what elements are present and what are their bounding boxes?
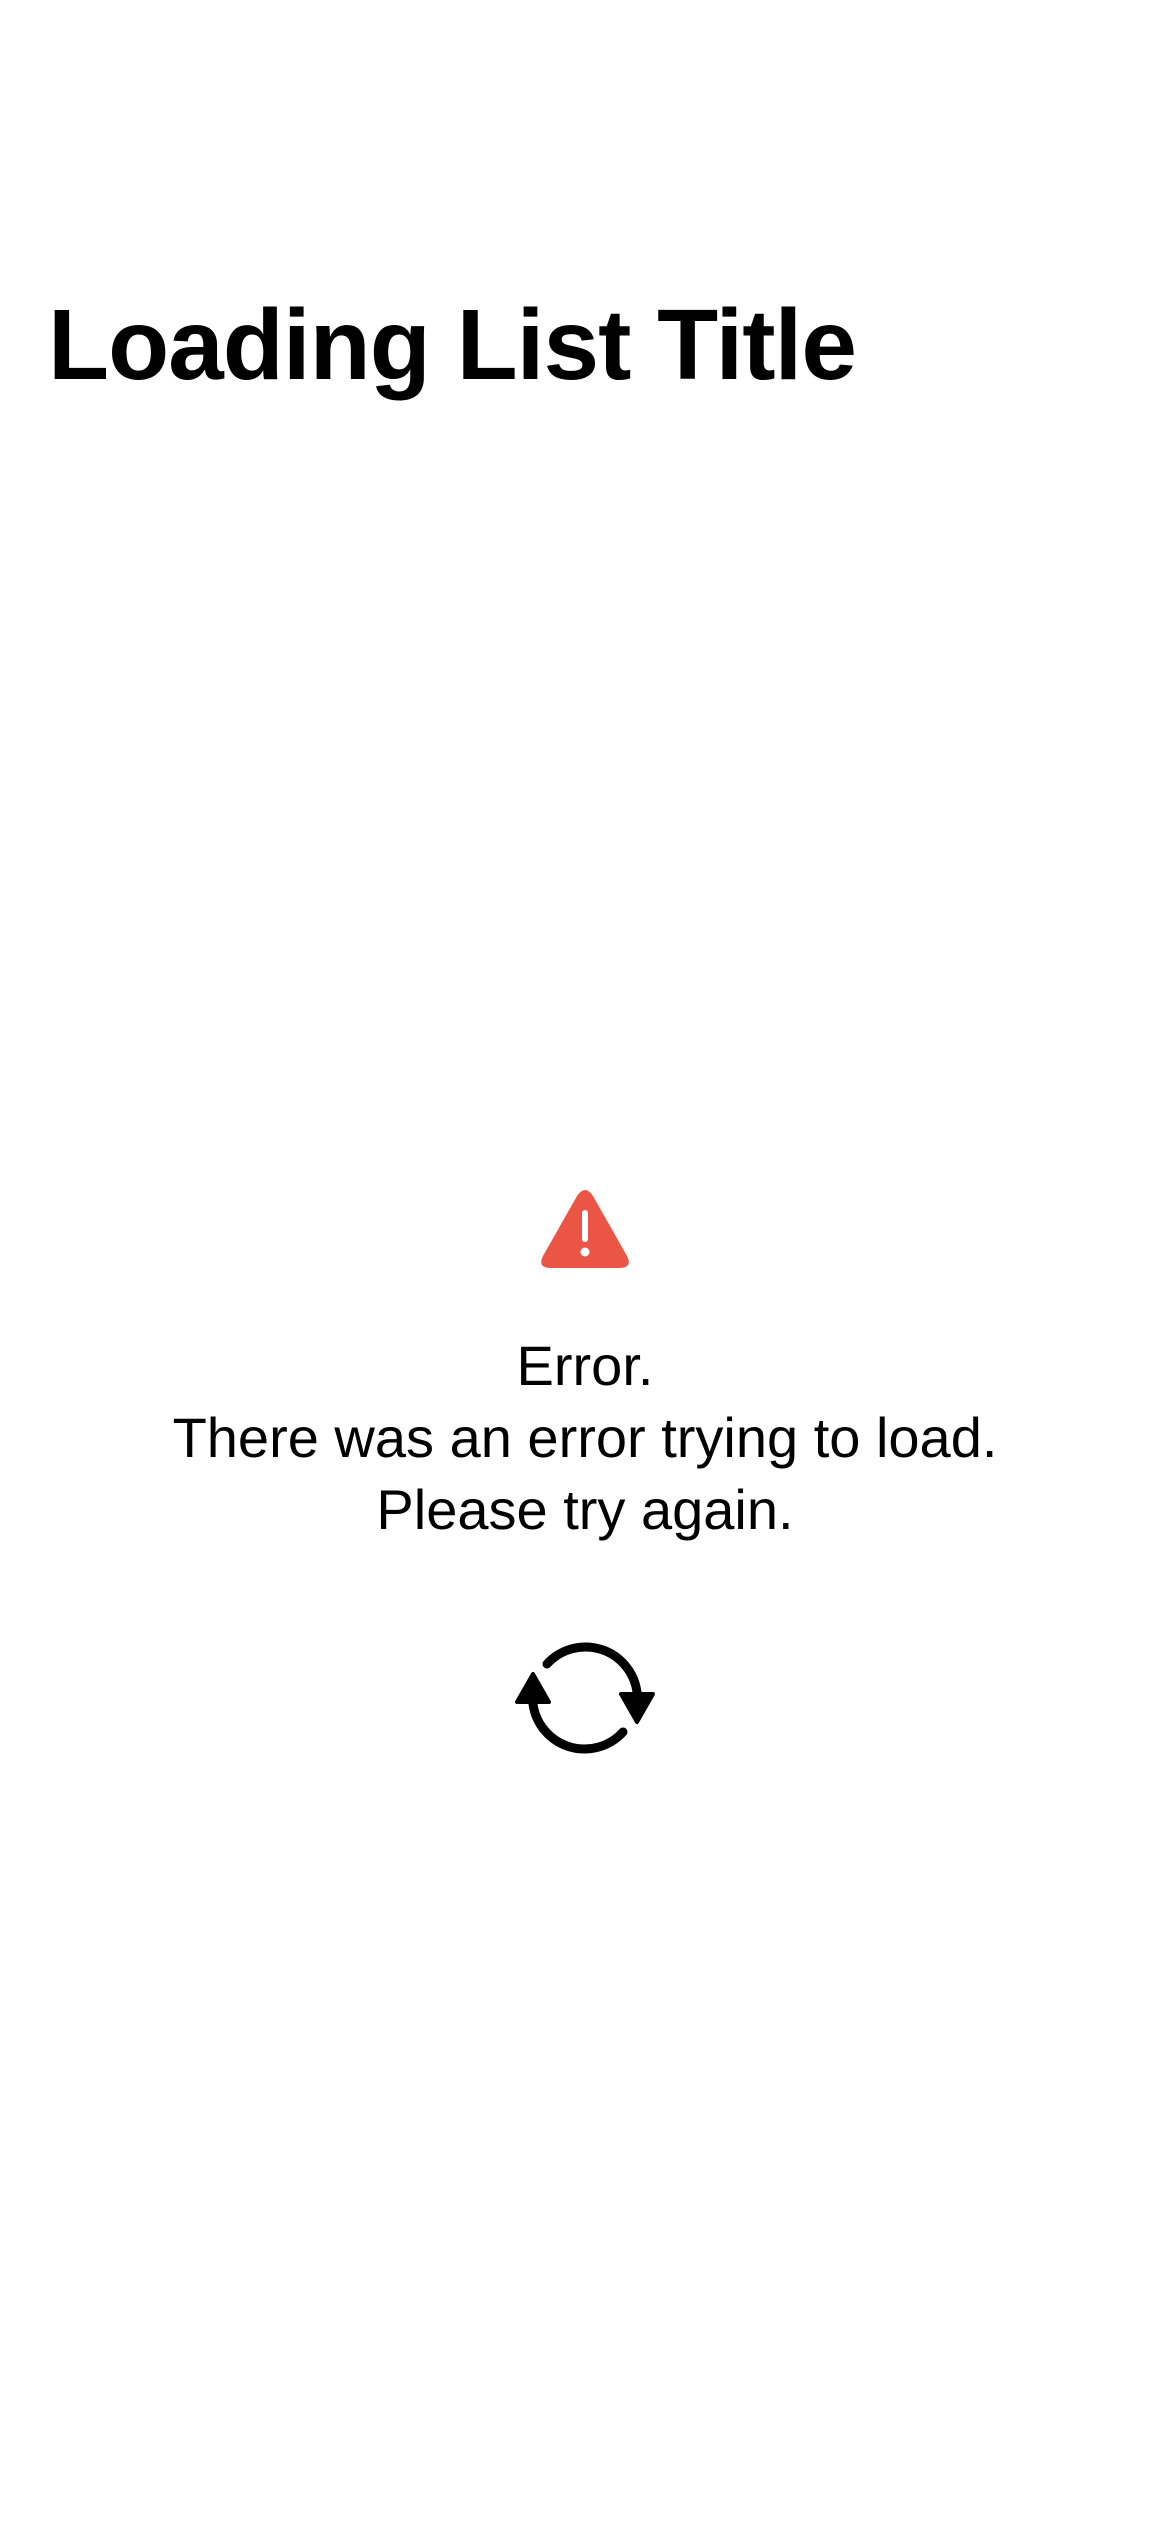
retry-button[interactable] <box>505 1630 665 1766</box>
error-instruction: Please try again. <box>376 1478 794 1541</box>
warning-icon <box>541 1190 629 1268</box>
error-description: There was an error trying to load. <box>172 1406 998 1469</box>
page-title: Loading List Title <box>48 289 857 401</box>
retry-icon <box>515 1642 655 1754</box>
error-message: Error. There was an error trying to load… <box>173 1330 998 1546</box>
error-state: Error. There was an error trying to load… <box>0 1190 1170 1766</box>
error-title: Error. <box>516 1334 654 1397</box>
